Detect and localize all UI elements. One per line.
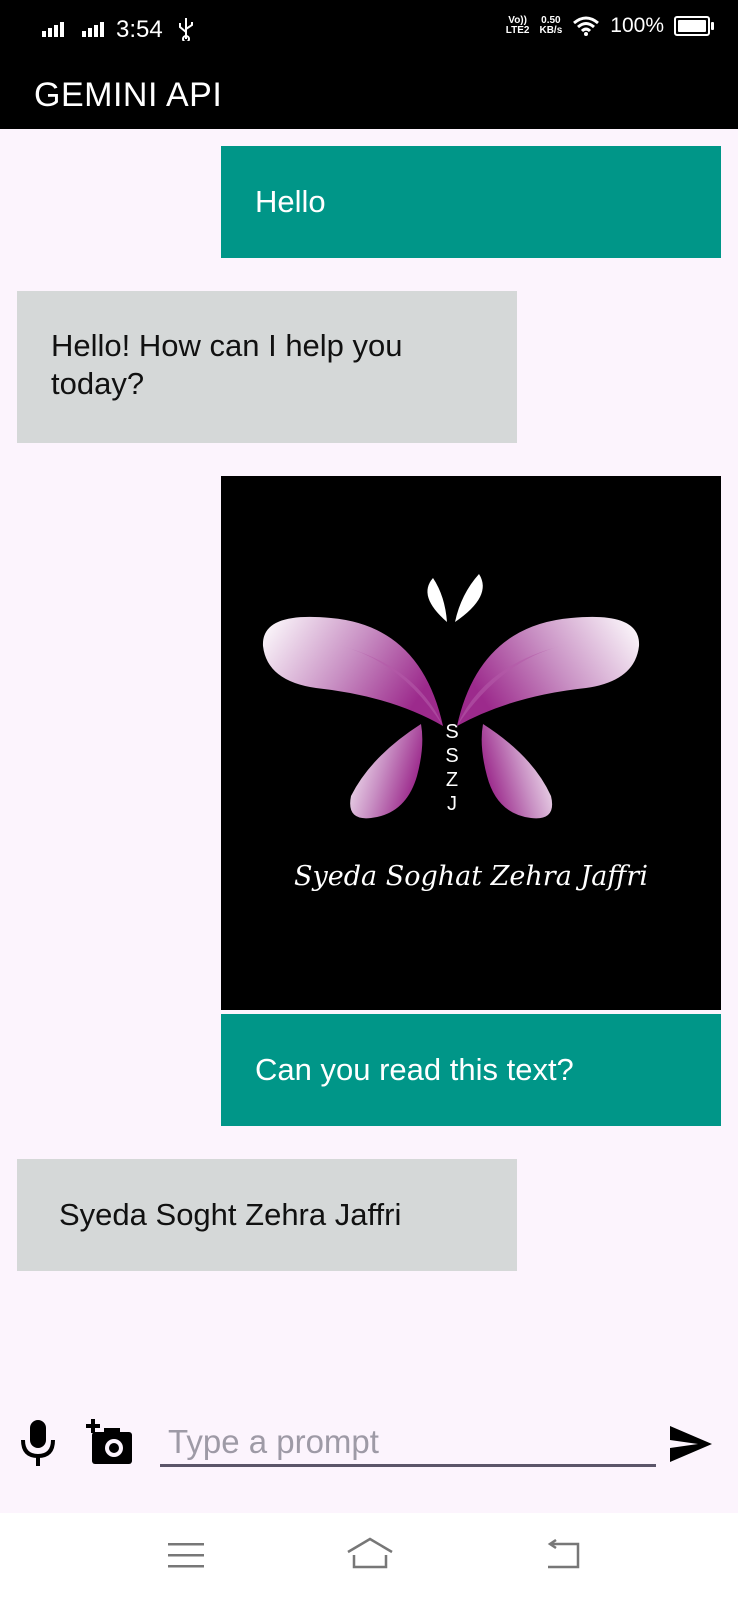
- model-message: Syeda Soght Zehra Jaffri: [17, 1159, 517, 1271]
- battery-icon: [674, 16, 714, 36]
- signal-icon: [42, 22, 64, 37]
- monogram-letter: J: [447, 793, 457, 815]
- app-bar: GEMINI API: [0, 60, 738, 129]
- message-text: Can you read this text?: [255, 1052, 574, 1087]
- message-text: Syeda Soght Zehra Jaffri: [59, 1197, 402, 1232]
- app-title: GEMINI API: [34, 76, 223, 114]
- message-text: Hello! How can I help you today?: [51, 328, 403, 401]
- status-right-group: Vo)) LTE2 0.50 KB/s 100%: [505, 14, 714, 38]
- menu-icon[interactable]: [168, 1541, 204, 1571]
- user-message: Hello: [221, 146, 721, 258]
- usb-icon: [179, 18, 193, 41]
- battery-percent: 100%: [610, 14, 664, 37]
- message-text: Hello: [255, 184, 326, 219]
- status-bar: 3:54 Vo)) LTE2 0.50 KB/s 100%: [0, 0, 738, 60]
- logo-caption: Syeda Soghat Zehra Jaffri: [294, 861, 648, 892]
- lte-indicator: Vo)) LTE2: [505, 15, 530, 36]
- navigation-bar: [0, 1513, 738, 1600]
- butterfly-logo: S S Z J: [262, 574, 640, 819]
- send-icon[interactable]: [668, 1424, 714, 1464]
- monogram-letter: Z: [446, 769, 458, 791]
- monogram-letter: S: [445, 721, 458, 743]
- home-icon[interactable]: [345, 1537, 395, 1571]
- signal-icon-2: [82, 22, 104, 37]
- microphone-icon[interactable]: [18, 1418, 58, 1468]
- add-photo-icon[interactable]: [86, 1418, 136, 1466]
- back-icon[interactable]: [544, 1539, 582, 1571]
- status-time: 3:54: [116, 16, 163, 43]
- wifi-icon: [573, 16, 600, 36]
- monogram-letter: S: [445, 745, 458, 767]
- user-image-message[interactable]: S S Z J Syeda Soghat Zehra Jaffri: [221, 476, 721, 1010]
- prompt-input[interactable]: [160, 1420, 656, 1467]
- network-speed: 0.50 KB/s: [539, 15, 563, 36]
- model-message: Hello! How can I help you today?: [17, 291, 517, 443]
- user-message: Can you read this text?: [221, 1014, 721, 1126]
